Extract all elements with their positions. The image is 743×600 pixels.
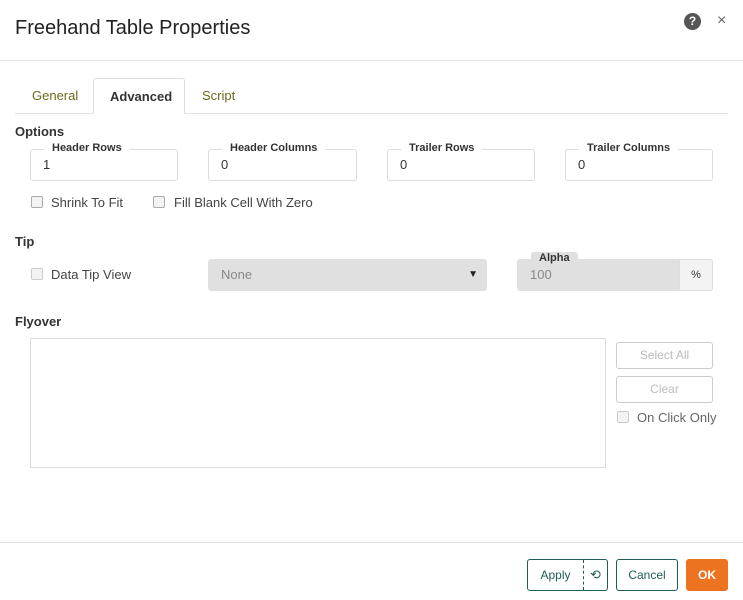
divider xyxy=(0,60,743,61)
ok-button[interactable]: OK xyxy=(686,559,728,591)
fill-blank-checkbox[interactable] xyxy=(153,196,165,208)
clear-button[interactable]: Clear xyxy=(616,376,713,403)
tab-advanced[interactable]: Advanced xyxy=(93,78,185,114)
alpha-unit: % xyxy=(679,259,713,291)
trailer-columns-label: Trailer Columns xyxy=(579,142,679,154)
help-icon[interactable]: ? xyxy=(684,13,701,30)
options-heading: Options xyxy=(15,124,65,139)
header-columns-label: Header Columns xyxy=(222,142,326,154)
tip-heading: Tip xyxy=(15,234,35,249)
footer-divider xyxy=(0,542,743,543)
flyover-heading: Flyover xyxy=(15,314,62,329)
close-icon[interactable]: × xyxy=(717,12,726,30)
select-all-button[interactable]: Select All xyxy=(616,342,713,369)
trailer-rows-label: Trailer Rows xyxy=(401,142,483,154)
apply-label: Apply xyxy=(540,568,571,582)
on-click-only-checkbox[interactable] xyxy=(617,411,629,423)
fill-blank-label: Fill Blank Cell With Zero xyxy=(174,195,313,210)
data-tip-view-checkbox[interactable] xyxy=(31,268,43,280)
cancel-button[interactable]: Cancel xyxy=(616,559,678,591)
tab-general[interactable]: General xyxy=(16,78,94,114)
dialog-title: Freehand Table Properties xyxy=(15,17,251,39)
apply-button[interactable]: Apply ⟲ xyxy=(527,559,608,591)
header-rows-label: Header Rows xyxy=(44,142,130,154)
data-tip-select-value: None xyxy=(221,267,253,282)
on-click-only-label: On Click Only xyxy=(637,410,717,425)
data-tip-select[interactable]: None ▼ xyxy=(208,259,487,291)
flyover-list[interactable] xyxy=(30,338,606,468)
tab-script[interactable]: Script xyxy=(186,78,251,114)
shrink-to-fit-label: Shrink To Fit xyxy=(51,195,124,210)
shrink-to-fit-checkbox[interactable] xyxy=(31,196,43,208)
data-tip-view-label: Data Tip View xyxy=(51,267,131,282)
alpha-label: Alpha xyxy=(531,252,578,264)
apply-options-icon[interactable]: ⟲ xyxy=(583,560,607,590)
dropdown-arrow-icon: ▼ xyxy=(468,269,478,280)
